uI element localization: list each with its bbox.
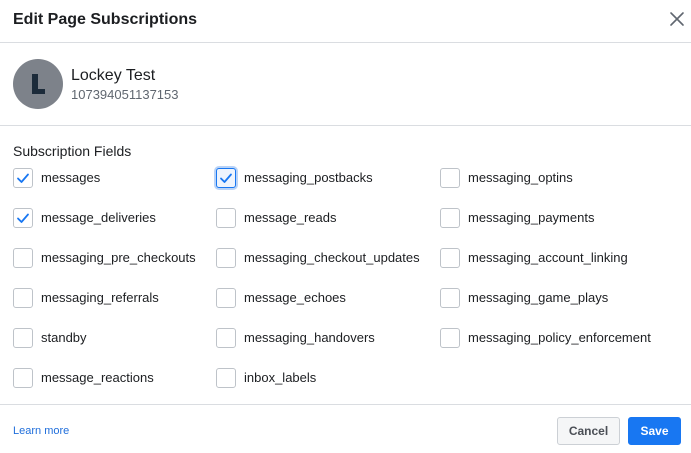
subscription-field-messaging-optins[interactable]: messaging_optins xyxy=(440,167,573,189)
subscription-field-messaging-handovers[interactable]: messaging_handovers xyxy=(216,327,375,349)
subscription-field-label: standby xyxy=(41,330,87,345)
subscription-field-label: messaging_handovers xyxy=(244,330,375,345)
subscription-field-message-reads[interactable]: message_reads xyxy=(216,207,337,229)
checkbox[interactable] xyxy=(216,328,236,348)
subscription-field-messaging-game-plays[interactable]: messaging_game_plays xyxy=(440,287,608,309)
subscription-field-label: messaging_referrals xyxy=(41,290,159,305)
checkbox[interactable] xyxy=(440,288,460,308)
subscription-field-label: messaging_optins xyxy=(468,170,573,185)
cancel-button[interactable]: Cancel xyxy=(557,417,620,445)
subscription-field-label: messaging_checkout_updates xyxy=(244,250,420,265)
checkbox[interactable] xyxy=(216,208,236,228)
subscription-field-messaging-payments[interactable]: messaging_payments xyxy=(440,207,594,229)
checkbox[interactable] xyxy=(216,368,236,388)
page-name: Lockey Test xyxy=(71,67,156,84)
subscription-field-messaging-pre-checkouts[interactable]: messaging_pre_checkouts xyxy=(13,247,196,269)
page-id: 107394051137153 xyxy=(71,87,179,102)
checkbox[interactable] xyxy=(13,168,33,188)
subscription-field-label: message_deliveries xyxy=(41,210,156,225)
close-icon[interactable] xyxy=(668,10,686,28)
checkbox[interactable] xyxy=(13,208,33,228)
checkbox[interactable] xyxy=(13,368,33,388)
subscription-field-label: messaging_game_plays xyxy=(468,290,609,305)
subscription-field-messaging-postbacks[interactable]: messaging_postbacks xyxy=(216,167,373,189)
subscription-fields-label: Subscription Fields xyxy=(13,143,132,159)
subscription-field-label: message_reactions xyxy=(41,370,154,385)
subscription-field-label: message_reads xyxy=(244,210,337,225)
dialog-title: Edit Page Subscriptions xyxy=(13,11,198,28)
learn-more-link[interactable]: Learn more xyxy=(13,425,69,438)
subscription-field-label: messaging_account_linking xyxy=(468,250,628,265)
checkbox[interactable] xyxy=(13,288,33,308)
subscription-field-label: inbox_labels xyxy=(244,370,317,385)
subscription-field-standby[interactable]: standby xyxy=(13,327,87,349)
checkbox[interactable] xyxy=(216,288,236,308)
checkbox[interactable] xyxy=(216,168,236,188)
subscription-field-messaging-referrals[interactable]: messaging_referrals xyxy=(13,287,159,309)
subscription-field-message-reactions[interactable]: message_reactions xyxy=(13,367,154,389)
checkbox[interactable] xyxy=(440,248,460,268)
checkbox[interactable] xyxy=(440,208,460,228)
checkbox[interactable] xyxy=(440,168,460,188)
subscription-field-label: messaging_policy_enforcement xyxy=(468,330,651,345)
subscription-field-label: messages xyxy=(41,170,101,185)
dialog-header: Edit Page Subscriptions xyxy=(0,0,691,43)
subscription-field-message-echoes[interactable]: message_echoes xyxy=(216,287,346,309)
page-avatar-letter-icon xyxy=(32,74,45,94)
subscription-field-inbox-labels[interactable]: inbox_labels xyxy=(216,367,316,389)
check-icon xyxy=(17,213,29,223)
subscription-field-messages[interactable]: messages xyxy=(13,167,100,189)
checkbox[interactable] xyxy=(13,248,33,268)
page-avatar xyxy=(13,59,63,109)
checkbox[interactable] xyxy=(440,328,460,348)
dialog-footer: Learn more Cancel Save xyxy=(0,404,691,453)
subscription-field-label: messaging_pre_checkouts xyxy=(41,250,196,265)
subscription-field-message-deliveries[interactable]: message_deliveries xyxy=(13,207,156,229)
subscription-field-messaging-policy-enforcement[interactable]: messaging_policy_enforcement xyxy=(440,327,651,349)
subscription-field-label: message_echoes xyxy=(244,290,346,305)
save-button[interactable]: Save xyxy=(628,417,681,445)
subscription-field-messaging-checkout-updates[interactable]: messaging_checkout_updates xyxy=(216,247,420,269)
check-icon xyxy=(17,173,29,183)
checkbox[interactable] xyxy=(13,328,33,348)
subscription-field-label: messaging_postbacks xyxy=(244,170,373,185)
subscription-field-label: messaging_payments xyxy=(468,210,595,225)
subscription-field-messaging-account-linking[interactable]: messaging_account_linking xyxy=(440,247,628,269)
check-icon xyxy=(220,173,232,183)
page-info: Lockey Test 107394051137153 xyxy=(0,43,691,126)
checkbox[interactable] xyxy=(216,248,236,268)
